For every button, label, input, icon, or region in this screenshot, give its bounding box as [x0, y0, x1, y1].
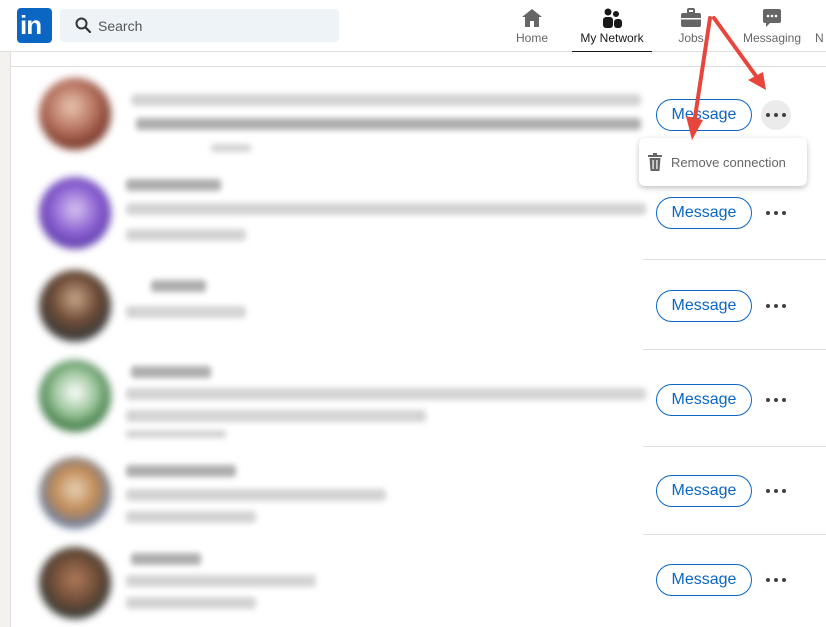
nav-messaging-label: Messaging	[742, 31, 802, 45]
search-box[interactable]	[60, 9, 339, 42]
nav-home-label: Home	[515, 31, 548, 45]
logo-text: in	[20, 10, 42, 40]
blurred-headline	[126, 306, 246, 318]
nav-my-network-label: My Network	[580, 31, 644, 45]
nav-notifications-label: N	[815, 31, 824, 45]
briefcase-icon	[681, 8, 701, 27]
connection-row: Message	[11, 350, 826, 447]
messaging-icon	[763, 9, 781, 27]
message-button[interactable]: Message	[656, 290, 752, 322]
message-button[interactable]: Message	[656, 197, 752, 229]
more-options-button[interactable]	[761, 291, 791, 321]
more-icon	[766, 489, 786, 493]
blurred-meta	[126, 430, 226, 438]
message-button[interactable]: Message	[656, 384, 752, 416]
search-input[interactable]	[98, 9, 328, 42]
blurred-meta	[211, 144, 251, 152]
nav-notifications[interactable]: N	[815, 0, 826, 52]
avatar[interactable]	[39, 270, 111, 342]
blurred-meta	[126, 229, 246, 241]
remove-connection-menu-item[interactable]: Remove connection	[639, 138, 807, 186]
avatar[interactable]	[39, 78, 111, 150]
blurred-headline	[136, 118, 641, 130]
blurred-name	[151, 280, 206, 292]
linkedin-logo[interactable]: in	[17, 8, 52, 43]
more-icon	[766, 113, 786, 117]
blurred-meta	[126, 597, 256, 609]
message-button[interactable]: Message	[656, 99, 752, 131]
home-icon	[522, 9, 542, 27]
connection-row: Message	[11, 447, 826, 535]
nav-jobs-label: Jobs	[678, 31, 704, 45]
network-icon	[603, 8, 622, 28]
more-icon	[766, 211, 786, 215]
avatar[interactable]	[39, 177, 111, 249]
more-options-button[interactable]	[761, 100, 791, 130]
connection-row: Message	[11, 260, 826, 350]
blurred-meta	[126, 410, 426, 422]
avatar[interactable]	[39, 547, 111, 619]
more-options-button[interactable]	[761, 565, 791, 595]
more-options-button[interactable]	[761, 476, 791, 506]
search-icon	[75, 17, 91, 33]
blurred-name	[131, 94, 641, 106]
nav-jobs[interactable]: Jobs	[666, 0, 716, 52]
message-button[interactable]: Message	[656, 564, 752, 596]
trash-icon	[648, 153, 662, 171]
remove-connection-label: Remove connection	[671, 155, 786, 170]
more-options-button[interactable]	[761, 198, 791, 228]
more-icon	[766, 578, 786, 582]
blurred-headline	[126, 203, 646, 215]
top-nav-bar: in Home My Network Jobs	[0, 0, 826, 53]
blurred-name	[126, 465, 236, 477]
blurred-headline	[126, 489, 386, 501]
avatar[interactable]	[39, 457, 111, 529]
blurred-headline	[126, 575, 316, 587]
connection-row: Message	[11, 535, 826, 627]
more-icon	[766, 304, 786, 308]
more-options-button[interactable]	[761, 385, 791, 415]
more-options-dropdown: Remove connection	[639, 138, 807, 186]
nav-home[interactable]: Home	[503, 0, 561, 52]
message-button[interactable]: Message	[656, 475, 752, 507]
blurred-headline	[126, 388, 646, 400]
avatar[interactable]	[39, 360, 111, 432]
nav-my-network[interactable]: My Network	[572, 0, 652, 53]
blurred-name	[131, 366, 211, 378]
nav-messaging[interactable]: Messaging	[739, 0, 805, 52]
blurred-meta	[126, 511, 256, 523]
blurred-name	[126, 179, 221, 191]
more-icon	[766, 398, 786, 402]
blurred-name	[131, 553, 201, 565]
